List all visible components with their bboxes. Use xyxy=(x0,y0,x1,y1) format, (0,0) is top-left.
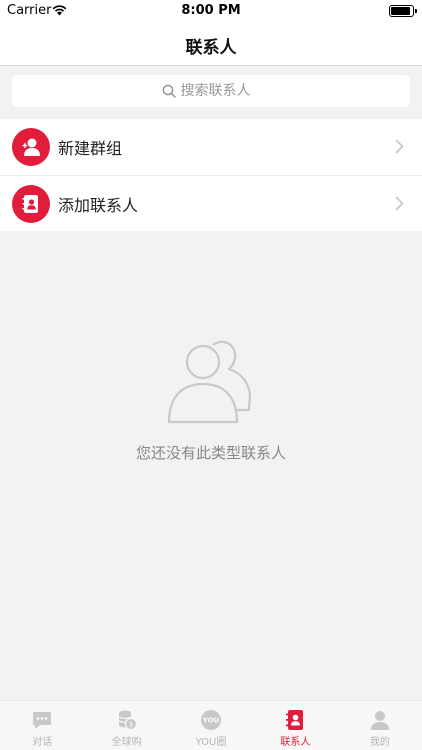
navigation-bar: 联系人 xyxy=(0,22,422,66)
tab-label: 对话 xyxy=(32,737,53,748)
tab-you-circle[interactable]: YOU YOU圈 xyxy=(169,701,253,750)
search-box[interactable] xyxy=(12,75,410,107)
add-contact-item[interactable]: 添加联系人 xyxy=(0,175,422,231)
tab-label: 联系人 xyxy=(280,737,311,748)
profile-icon xyxy=(370,711,389,730)
page-title: 联系人 xyxy=(185,38,237,58)
tab-label: 我的 xyxy=(369,737,390,748)
empty-state-message: 您还没有此类型联系人 xyxy=(135,444,286,462)
chevron-right-icon xyxy=(395,139,404,154)
status-time: 8:00 PM xyxy=(181,3,241,18)
tab-label: YOU圈 xyxy=(195,737,227,748)
add-contact-label: 添加联系人 xyxy=(58,195,139,215)
svg-text:YOU: YOU xyxy=(202,717,220,725)
coins-icon: $ xyxy=(118,710,137,731)
you-circle-icon: YOU xyxy=(201,710,222,730)
search-input[interactable] xyxy=(180,83,261,99)
search-icon xyxy=(162,84,176,98)
empty-contacts-icon xyxy=(167,340,252,424)
search-area xyxy=(0,66,422,116)
status-bar: Carrier 8:00 PM xyxy=(0,0,422,22)
new-group-item[interactable]: 新建群组 xyxy=(0,119,422,175)
chevron-right-icon xyxy=(395,196,404,211)
tab-global-shopping[interactable]: $ 全球购 xyxy=(84,701,168,750)
tab-contacts[interactable]: 联系人 xyxy=(253,701,337,750)
group-add-icon xyxy=(12,128,50,166)
battery-icon xyxy=(389,5,417,17)
contacts-icon xyxy=(286,710,304,730)
tab-bar: 对话 $ 全球购 YOU YOU圈 联系人 我的 xyxy=(0,700,422,750)
contact-actions-list: 新建群组 添加联系人 xyxy=(0,119,422,231)
tab-label: 全球购 xyxy=(111,737,142,748)
new-group-label: 新建群组 xyxy=(58,139,123,158)
chat-icon xyxy=(33,712,52,729)
empty-state: 您还没有此类型联系人 xyxy=(0,338,422,463)
tab-chat[interactable]: 对话 xyxy=(0,701,84,750)
tab-profile[interactable]: 我的 xyxy=(338,701,422,750)
contact-book-icon xyxy=(12,184,50,223)
svg-text:$: $ xyxy=(128,721,132,729)
